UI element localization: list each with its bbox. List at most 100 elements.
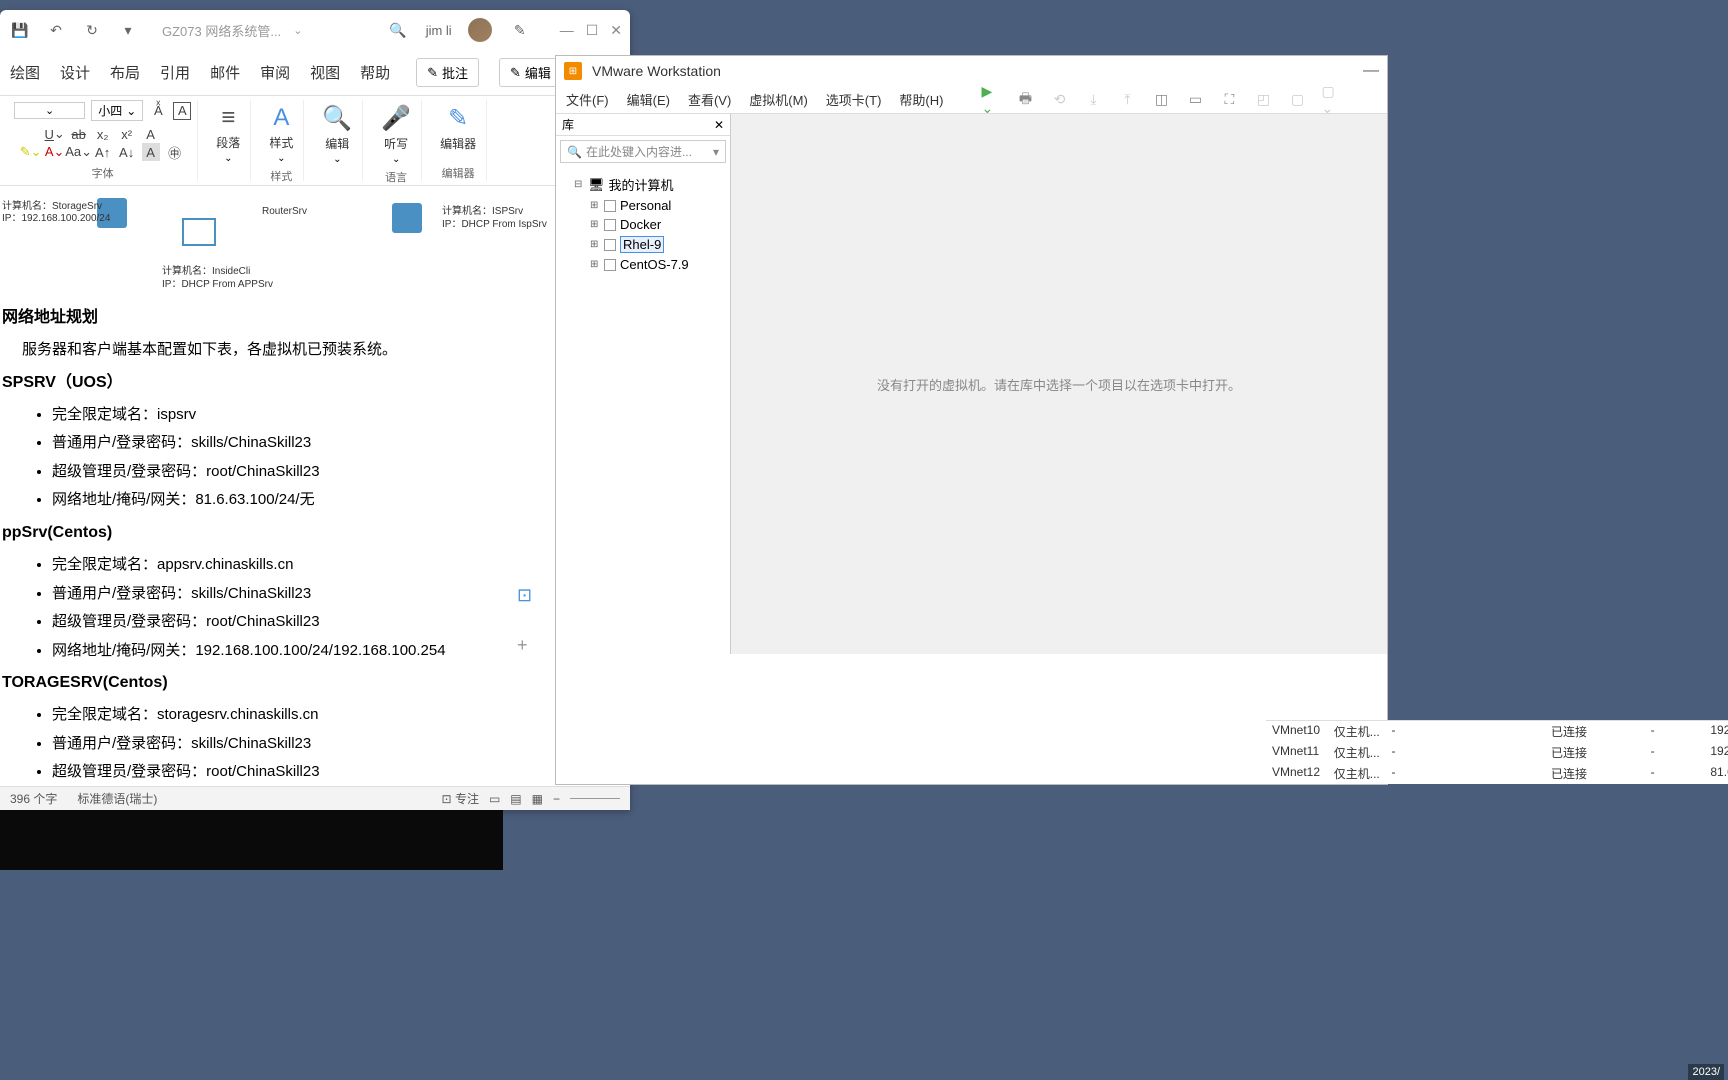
document-body[interactable]: 计算机名：StorageSrv IP：192.168.100.200/24 Ro…: [0, 186, 630, 786]
print-layout-icon[interactable]: ▤: [510, 792, 521, 806]
find-icon: 🔍: [322, 104, 352, 133]
highlight-icon[interactable]: ✎⌄: [22, 143, 40, 161]
tree-item-rhel9[interactable]: ⊞ Rhel-9: [560, 234, 726, 255]
sidebar-title: 库: [562, 116, 574, 133]
menu-vm[interactable]: 虚拟机(M): [749, 90, 808, 109]
layout2-icon[interactable]: ▭: [1185, 90, 1205, 110]
char-shading-icon[interactable]: A: [142, 143, 160, 161]
menu-tabs[interactable]: 选项卡(T): [826, 90, 882, 109]
minimize-icon[interactable]: —: [560, 22, 574, 39]
expand-icon: ⊞: [590, 219, 600, 230]
shrink-font-icon[interactable]: A↓: [118, 143, 136, 161]
paragraph-button[interactable]: ≡ 段落 ⌄: [212, 100, 244, 168]
ctrl-alt-del-icon[interactable]: ▢: [1287, 90, 1307, 110]
zoom-slider[interactable]: [570, 798, 620, 799]
vnet-row[interactable]: VMnet12 仅主机... - 已连接 - 81.6.63.0: [1266, 763, 1728, 784]
search-icon[interactable]: 🔍: [386, 18, 410, 42]
tab-view[interactable]: 视图: [310, 62, 340, 83]
menu-help[interactable]: 帮助(H): [899, 90, 943, 109]
vmware-logo-icon: ⊞: [564, 62, 582, 80]
tab-layout[interactable]: 布局: [110, 62, 140, 83]
grow-font-icon[interactable]: A↑: [94, 143, 112, 161]
text-effect-icon[interactable]: A: [142, 125, 160, 143]
subscript-icon[interactable]: x₂: [94, 125, 112, 143]
search-icon: 🔍: [567, 145, 582, 159]
ribbon: ⌄ 小四 ⌄ Aͯ A U ⌄ ab x₂ x² A ✎⌄ A⌄ Aa⌄ A↑ …: [0, 96, 630, 186]
editor-button[interactable]: ✎ 编辑器: [436, 100, 480, 156]
play-icon[interactable]: ▶ ⌄: [981, 90, 1001, 110]
web-layout-icon[interactable]: ▦: [532, 792, 543, 806]
save-icon[interactable]: 💾: [8, 18, 32, 42]
heading-appsrv: ppSrv(Centos): [2, 519, 628, 546]
layout1-icon[interactable]: ◫: [1151, 90, 1171, 110]
tab-mail[interactable]: 邮件: [210, 62, 240, 83]
collapse-icon: ⊟: [574, 179, 584, 190]
search-dropdown-icon[interactable]: ▾: [713, 145, 719, 159]
enclose-icon[interactable]: ㊥: [166, 143, 184, 161]
dictate-button[interactable]: 🎤 听写 ⌄: [377, 100, 415, 169]
tab-review[interactable]: 审阅: [260, 62, 290, 83]
vnet-row[interactable]: VMnet10 仅主机... - 已连接 - 192.168.100.0: [1266, 721, 1728, 742]
side-plus-icon[interactable]: +: [517, 635, 537, 655]
tab-help[interactable]: 帮助: [360, 62, 390, 83]
heading-network-plan: 网络地址规划: [2, 304, 628, 331]
comment-button[interactable]: ✎ 批注: [416, 58, 479, 87]
read-mode-icon[interactable]: ▭: [489, 792, 500, 806]
user-name: jim li: [426, 23, 452, 38]
snapshot-icon[interactable]: ⟲: [1049, 90, 1069, 110]
focus-mode[interactable]: ⊡ 专注: [442, 790, 479, 807]
tree-item-centos[interactable]: ⊞ CentOS-7.9: [560, 255, 726, 274]
styles-icon: A: [273, 104, 289, 132]
grab-input-icon[interactable]: ▢ ⌄: [1321, 90, 1341, 110]
font-size-select[interactable]: 小四 ⌄: [91, 100, 143, 121]
strikethrough-icon[interactable]: ab: [70, 125, 88, 143]
redo-icon[interactable]: ↻: [80, 18, 104, 42]
tab-references[interactable]: 引用: [160, 62, 190, 83]
vnet-row[interactable]: VMnet11 仅主机... - 已连接 - 192.168.0.0: [1266, 742, 1728, 763]
zoom-out-icon[interactable]: −: [553, 792, 560, 806]
menu-view[interactable]: 查看(V): [688, 90, 731, 109]
ribbon-group-style: 样式: [270, 168, 292, 184]
clear-format-icon[interactable]: Aͯ: [149, 102, 167, 120]
document-title: GZ073 网络系统管...: [162, 21, 281, 40]
vmware-main-area: 没有打开的虚拟机。请在库中选择一个项目以在选项卡中打开。: [731, 114, 1387, 654]
tree-root[interactable]: ⊟ 🖥 我的计算机: [560, 173, 726, 196]
title-chevron-icon[interactable]: ⌄: [293, 24, 302, 37]
text-box-icon[interactable]: A: [173, 102, 191, 120]
edit-ribbon-button[interactable]: 🔍 编辑 ⌄: [318, 100, 356, 169]
superscript-icon[interactable]: x²: [118, 125, 136, 143]
language-status[interactable]: 标准德语(瑞士): [77, 790, 157, 807]
appsrv-list: 完全限定域名：appsrv.chinaskills.cn 普通用户/登录密码：s…: [52, 552, 628, 663]
dropdown-icon[interactable]: ▾: [116, 18, 140, 42]
tab-draw[interactable]: 绘图: [10, 62, 40, 83]
word-app-window: 💾 ↶ ↻ ▾ GZ073 网络系统管... ⌄ 🔍 jim li ✎ — ☐ …: [0, 10, 630, 810]
unity-icon[interactable]: ◰: [1253, 90, 1273, 110]
ribbon-group-font: 字体: [92, 165, 114, 181]
vmware-minimize-icon[interactable]: —: [1363, 62, 1379, 80]
font-family-select[interactable]: ⌄: [14, 102, 85, 119]
side-icon-1[interactable]: ⊡: [517, 585, 537, 605]
undo-icon[interactable]: ↶: [44, 18, 68, 42]
print-icon[interactable]: 🖶: [1015, 90, 1035, 110]
menu-file[interactable]: 文件(F): [566, 90, 609, 109]
avatar[interactable]: [468, 18, 492, 42]
close-icon[interactable]: ✕: [610, 22, 622, 39]
snapshot-manage-icon[interactable]: ⤒: [1117, 90, 1137, 110]
maximize-icon[interactable]: ☐: [586, 22, 599, 39]
change-case-icon[interactable]: Aa⌄: [70, 143, 88, 161]
pen-icon[interactable]: ✎: [508, 18, 532, 42]
font-color-icon[interactable]: A⌄: [46, 143, 64, 161]
tree-item-docker[interactable]: ⊞ Docker: [560, 215, 726, 234]
menu-edit[interactable]: 编辑(E): [627, 90, 670, 109]
underline-icon[interactable]: U ⌄: [46, 125, 64, 143]
word-count[interactable]: 396 个字: [10, 790, 57, 807]
library-search-input[interactable]: 🔍 在此处键入内容进... ▾: [560, 140, 726, 163]
computer-icon: 🖥: [588, 177, 605, 193]
styles-button[interactable]: A 样式 ⌄: [265, 100, 297, 168]
tab-design[interactable]: 设计: [60, 62, 90, 83]
snapshot-take-icon[interactable]: ⤓: [1083, 90, 1103, 110]
tree-item-personal[interactable]: ⊞ Personal: [560, 196, 726, 215]
fullscreen-icon[interactable]: ⛶: [1219, 90, 1239, 110]
sidebar-close-icon[interactable]: ✕: [714, 118, 724, 132]
empty-message: 没有打开的虚拟机。请在库中选择一个项目以在选项卡中打开。: [877, 375, 1241, 394]
